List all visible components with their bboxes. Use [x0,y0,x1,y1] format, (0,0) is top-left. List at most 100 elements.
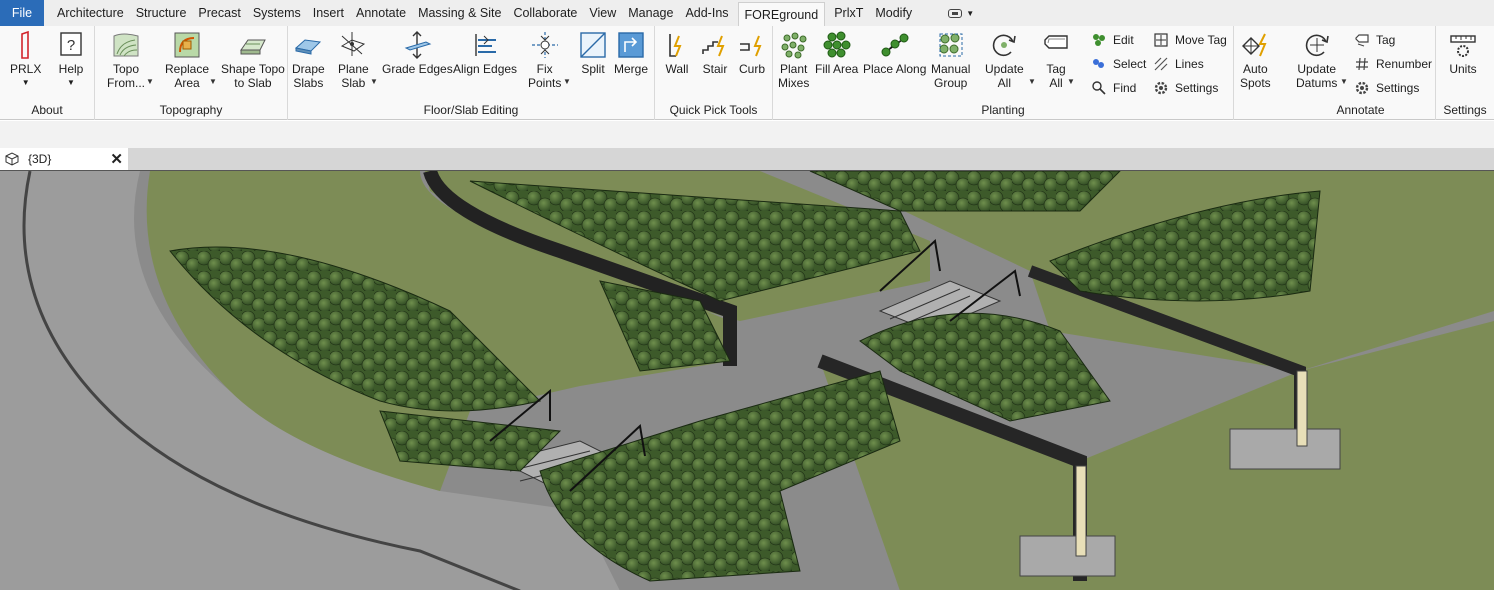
update-all-button[interactable]: Update All [985,30,1024,90]
tag-all-icon [1044,35,1068,49]
chevron-down-icon: ▼ [966,8,975,18]
fix-points-button[interactable]: Fix Points [528,30,561,90]
tab-add-ins[interactable]: Add-Ins [679,0,734,26]
find-button[interactable]: Find [1091,78,1136,98]
lines-button[interactable]: Lines [1153,54,1204,74]
place-along-button[interactable]: Place Along [863,30,926,76]
panel-quick-pick-tools: Wall Stair Curb Quick Pick Tools [655,26,773,120]
split-button[interactable]: Split [578,30,608,76]
units-button[interactable]: Units [1448,30,1478,76]
auto-spots-button[interactable]: Auto Spots [1240,30,1271,90]
close-icon[interactable]: ✕ [110,150,123,168]
tab-file[interactable]: File [0,0,44,26]
panel-annotate: Auto Spots Update Datums ▼ Tag Renumber … [1234,26,1436,120]
viewport-3d[interactable] [0,170,1494,590]
select-button[interactable]: Select [1091,54,1146,74]
menu-bar: File Architecture Structure Precast Syst… [0,0,1494,26]
align-edges-button[interactable]: Align Edges [453,30,517,76]
tab-precast[interactable]: Precast [192,0,246,26]
units-icon [1450,35,1476,57]
topo-from-dropdown[interactable]: ▼ [146,77,154,86]
edit-button[interactable]: Edit [1091,30,1134,50]
update-datums-button[interactable]: Update Datums [1296,30,1337,90]
svg-text:?: ? [67,37,75,54]
annotate-settings-button[interactable]: Settings [1354,78,1419,98]
tab-architecture[interactable]: Architecture [51,0,130,26]
panel-floor-slab-editing: Drape Slabs Plane Slab ▼ Grade Edges Ali… [288,26,655,120]
fix-points-dropdown[interactable]: ▼ [563,77,571,86]
topo-from-button[interactable]: Topo From... [107,30,145,90]
move-tag-icon [1154,33,1168,47]
tab-collaborate[interactable]: Collaborate [507,0,583,26]
help-icon: ? [60,32,82,56]
plant-edit-icon [1093,34,1105,46]
panel-title-about: About [31,103,63,117]
site-3d-model [0,171,1494,590]
update-datums-icon [1305,34,1329,57]
merge-icon [618,32,644,58]
panel-title-quick-pick: Quick Pick Tools [669,103,758,117]
plant-mixes-icon [781,32,807,59]
tab-structure[interactable]: Structure [130,0,193,26]
tab-annotate[interactable]: Annotate [350,0,412,26]
renumber-button[interactable]: Renumber [1354,54,1432,74]
replace-area-dropdown[interactable]: ▼ [209,77,217,86]
tab-insert[interactable]: Insert [307,0,350,26]
panel-title-floor-slab: Floor/Slab Editing [423,103,519,117]
tab-prlxt[interactable]: PrlxT [828,0,869,26]
prlx-button[interactable]: PRLX ▼ [10,30,41,90]
tag-icon [1355,34,1369,47]
stair-button[interactable]: Stair [700,30,730,76]
plant-mixes-button[interactable]: Plant Mixes [778,30,809,90]
split-icon [580,32,606,58]
tab-foreground[interactable]: FOREground [737,2,826,26]
view-tab-3d[interactable]: {3D} ✕ [0,148,128,170]
replace-area-button[interactable]: Replace Area [165,30,209,90]
fill-area-button[interactable]: Fill Area [815,30,858,76]
manual-group-button[interactable]: Manual Group [931,30,970,90]
wall-button[interactable]: Wall [662,30,692,76]
tab-modify[interactable]: Modify [869,0,918,26]
drape-slabs-icon [295,39,322,55]
quick-access-dropdown[interactable]: ▼ [918,0,980,26]
panel-topography: Topo From... ▼ Replace Area ▼ Shape Topo… [95,26,288,120]
grade-edges-button[interactable]: Grade Edges [382,30,453,76]
pier-2 [1296,370,1308,447]
update-datums-dropdown[interactable]: ▼ [1340,77,1348,86]
curb-button[interactable]: Curb [737,30,767,76]
panel-about: PRLX ▼ ? Help ▼ About [0,26,95,120]
drape-slabs-button[interactable]: Drape Slabs [292,30,325,90]
merge-button[interactable]: Merge [614,30,648,76]
update-all-dropdown[interactable]: ▼ [1028,77,1036,86]
tab-view[interactable]: View [583,0,622,26]
replace-area-icon [174,32,200,58]
gear-icon [1154,81,1168,95]
tab-massing-site[interactable]: Massing & Site [412,0,507,26]
tag-button[interactable]: Tag [1354,30,1395,50]
tab-systems[interactable]: Systems [247,0,307,26]
plane-slab-icon [341,32,366,56]
align-edges-icon [475,34,497,56]
panel-title-planting: Planting [981,103,1025,117]
planting-settings-button[interactable]: Settings [1153,78,1218,98]
panel-title-annotate: Annotate [1336,103,1385,117]
footing-2 [1229,428,1341,470]
plane-slab-dropdown[interactable]: ▼ [370,77,378,86]
panel-title-topography: Topography [159,103,223,117]
prlx-icon [20,30,29,59]
hash-icon [1356,57,1368,71]
update-all-icon [993,34,1017,57]
gear-icon [1355,81,1369,95]
stair-icon [702,35,725,57]
plant-select-icon [1093,59,1104,68]
shape-topo-button[interactable]: Shape Topo to Slab [221,30,285,90]
help-button[interactable]: ? Help ▼ [56,30,86,90]
move-tag-button[interactable]: Move Tag [1153,30,1227,50]
tab-manage[interactable]: Manage [622,0,679,26]
view-toggle-icon [948,8,963,18]
panel-planting: Plant Mixes Fill Area Place Along Manual… [773,26,1234,120]
fix-points-icon [531,32,558,58]
plane-slab-button[interactable]: Plane Slab [338,30,369,90]
tag-all-dropdown[interactable]: ▼ [1067,77,1075,86]
panel-title-settings: Settings [1443,103,1487,117]
